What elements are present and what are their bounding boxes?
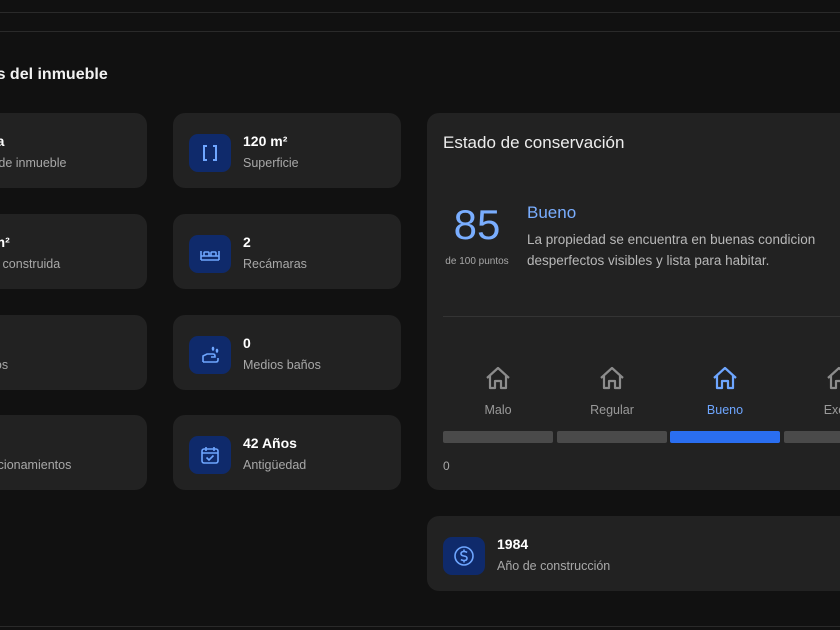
hand-wash-icon <box>189 336 231 374</box>
scale-segment-excelente <box>784 431 840 443</box>
brackets-icon <box>189 134 231 172</box>
level-label: Malo <box>484 403 512 417</box>
bedrooms-card: 2 Recámaras <box>173 214 401 289</box>
house-icon <box>600 366 624 390</box>
scale-segment-bueno <box>670 431 780 443</box>
half-baths-card: 0 Medios baños <box>173 315 401 390</box>
level-label: Bueno <box>706 403 744 417</box>
scale-segment-malo <box>443 431 553 443</box>
conservation-card: Estado de conservación 85 de 100 puntos … <box>427 113 840 490</box>
rating-label: Bueno <box>527 203 577 222</box>
card-value: 1984 <box>497 536 529 552</box>
score-value: 85 <box>453 201 501 248</box>
card-label: rea construida <box>0 257 61 271</box>
rating-description: La propiedad se encuentra en buenas cond… <box>527 229 815 271</box>
section-title: ticas del inmueble <box>0 66 108 83</box>
card-label: años <box>0 358 9 372</box>
parking-card: stacionamientos <box>0 415 147 490</box>
bathrooms-card: años <box>0 315 147 390</box>
description-line: desperfectos visibles y lista para habit… <box>527 253 770 268</box>
conservation-title: Estado de conservación <box>443 133 625 152</box>
level-malo: Malo <box>443 365 553 417</box>
bottom-divider <box>0 626 840 627</box>
card-value: 42 Años <box>243 435 297 451</box>
card-label: Antigüedad <box>243 458 307 472</box>
card-value: 120 m² <box>243 133 288 149</box>
scale-segment-regular <box>557 431 667 443</box>
level-label: Regular <box>590 403 634 417</box>
description-line: La propiedad se encuentra en buenas cond… <box>527 232 816 247</box>
scale-min-label: 0 <box>443 459 450 473</box>
score-caption: de 100 puntos <box>445 256 509 267</box>
header-divider <box>0 31 840 32</box>
construction-year-card: 1984 Año de construcción <box>427 516 840 591</box>
card-label: stacionamientos <box>0 458 72 472</box>
card-label: Medios baños <box>243 358 321 372</box>
level-label: Excel <box>823 403 840 417</box>
level-regular: Regular <box>557 365 667 417</box>
house-icon <box>486 366 510 390</box>
property-type-card: asa po de inmueble <box>0 113 147 188</box>
level-excelente: Excel <box>784 365 840 417</box>
card-label: Recámaras <box>243 257 307 271</box>
card-value: asa <box>0 133 5 149</box>
card-value: 0 <box>243 335 251 351</box>
surface-card: 120 m² Superficie <box>173 113 401 188</box>
calendar-check-icon <box>189 436 231 474</box>
card-value: 2 <box>243 234 251 250</box>
house-icon <box>827 366 840 390</box>
card-label: Superficie <box>243 156 299 170</box>
age-card: 42 Años Antigüedad <box>173 415 401 490</box>
card-value: 7 m² <box>0 234 10 250</box>
level-bueno: Bueno <box>670 365 780 417</box>
card-label: Año de construcción <box>497 559 611 573</box>
dollar-circle-icon <box>443 537 485 575</box>
bed-icon <box>189 235 231 273</box>
top-divider <box>0 12 840 13</box>
built-area-card: 7 m² rea construida <box>0 214 147 289</box>
house-icon <box>713 366 737 390</box>
card-label: po de inmueble <box>0 156 67 170</box>
conservation-divider <box>443 316 840 317</box>
